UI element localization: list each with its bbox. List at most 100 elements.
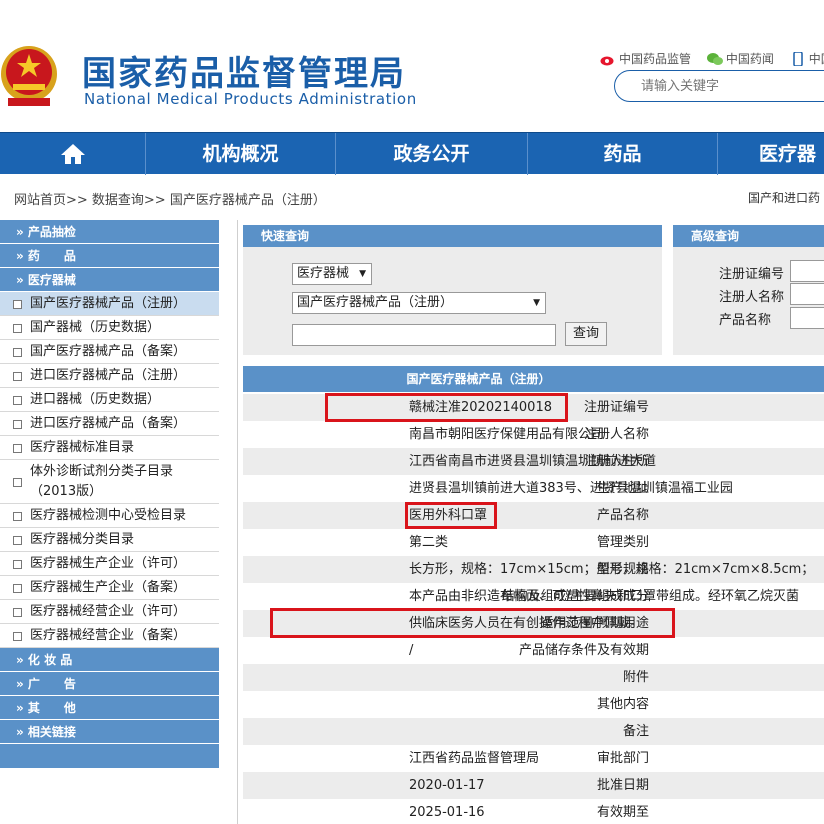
nav-item-drugs[interactable]: 药品	[527, 133, 717, 175]
home-icon	[60, 144, 85, 164]
row-label: 附件	[622, 670, 649, 685]
sidebar-item[interactable]: 医疗器械生产企业（许可）	[0, 552, 219, 576]
row-label: 管理类别	[596, 535, 649, 550]
wechat-link[interactable]: 中国药闻	[706, 50, 780, 67]
bullet-icon	[13, 372, 22, 381]
sidebar-item[interactable]: 国产医疗器械产品（备案）	[0, 340, 219, 364]
table-row: 产品储存条件及有效期 /	[243, 637, 824, 664]
sidebar-item[interactable]: 医疗器械分类目录	[0, 528, 219, 552]
query-button[interactable]: 查询	[565, 322, 607, 346]
highlight-box-intended-use	[270, 608, 675, 638]
row-label: 批准日期	[596, 778, 649, 793]
subcategory-select-value: 国产医疗器械产品（注册）	[297, 295, 454, 310]
nav-item-org[interactable]: 机构概况	[145, 133, 335, 175]
row-label: 备注	[622, 724, 649, 739]
adv-input-product[interactable]	[790, 307, 824, 329]
advanced-query-panel: 注册证编号 注册人名称 产品名称	[673, 247, 824, 355]
row-value: /	[409, 643, 414, 658]
sidebar-item[interactable]: 进口医疗器械产品（备案）	[0, 412, 219, 436]
row-value: 2020-01-17	[409, 778, 485, 793]
row-value: 本产品由非织造布幅面、可塑性鼻夹和口罩带组成。经环氧乙烷灭菌	[409, 589, 800, 604]
weibo-link[interactable]: 中国药品监管	[600, 50, 697, 67]
main-nav: 机构概况 政务公开 药品 医疗器	[0, 132, 824, 175]
sidebar-item[interactable]: 国产医疗器械产品（注册）	[0, 292, 219, 316]
sidebar-item[interactable]: 医疗器械经营企业（许可）	[0, 600, 219, 624]
table-row: 生产地址 进贤县温圳镇前进大道383号、进贤县温圳镇温福工业园	[243, 475, 824, 502]
sidebar-cat-cosmetics[interactable]: » 化 妆 品	[0, 648, 219, 672]
table-row: 其他内容	[243, 691, 824, 718]
nav-item-gov[interactable]: 政务公开	[335, 133, 527, 175]
row-label: 审批部门	[596, 751, 649, 766]
site-title-en[interactable]: National Medical Products Administration	[84, 90, 417, 108]
row-label: 有效期至	[596, 805, 649, 820]
site-header: 国家药品监督管理局 National Medical Products Admi…	[0, 0, 824, 132]
quick-query-input[interactable]	[292, 324, 556, 346]
bullet-icon	[13, 632, 22, 641]
row-label: 其他内容	[596, 697, 649, 712]
sidebar-cat-sampling[interactable]: » 产品抽检	[0, 220, 219, 244]
sidebar-item[interactable]: 医疗器械生产企业（备案）	[0, 576, 219, 600]
bullet-icon	[13, 300, 22, 309]
sidebar-cat-links[interactable]: » 相关链接	[0, 720, 219, 744]
sidebar-item[interactable]: 医疗器械标准目录	[0, 436, 219, 460]
national-emblem-icon	[1, 46, 57, 106]
sidebar-item-label: 医疗器械标准目录	[30, 440, 135, 455]
category-select[interactable]: 医疗器械 ▼	[292, 263, 372, 285]
mobile-link-label: 中国	[808, 52, 824, 66]
quick-query-panel: 医疗器械 ▼ 国产医疗器械产品（注册） ▼ 查询	[243, 247, 662, 355]
sidebar-item-label: 进口器械（历史数据）	[30, 392, 161, 407]
sidebar-item-label: 国产器械（历史数据）	[30, 320, 161, 335]
top-links: 中国药品监管 中国药闻 中国	[600, 50, 824, 67]
sidebar-cat-drugs[interactable]: » 药 品	[0, 244, 219, 268]
table-row: 批准日期 2020-01-17	[243, 772, 824, 799]
page: 国家药品监督管理局 National Medical Products Admi…	[0, 0, 824, 824]
bullet-icon	[13, 348, 22, 357]
row-label: 产品储存条件及有效期	[518, 643, 649, 658]
sidebar-cat-devices[interactable]: » 医疗器械	[0, 268, 219, 292]
sidebar-cat-ads[interactable]: » 广 告	[0, 672, 219, 696]
mobile-link[interactable]: 中国	[790, 50, 824, 67]
weibo-link-label: 中国药品监管	[619, 52, 692, 66]
sidebar-item-label: 医疗器械生产企业（备案）	[30, 580, 187, 595]
table-row: 结构及组成/主要组成成分 本产品由非织造布幅面、可塑性鼻夹和口罩带组成。经环氧乙烷…	[243, 583, 824, 610]
sidebar-cat-other[interactable]: » 其 他	[0, 696, 219, 720]
site-title-cn[interactable]: 国家药品监督管理局	[82, 46, 406, 95]
adv-label-product: 产品名称	[719, 313, 772, 328]
sidebar-item[interactable]: 体外诊断试剂分类子目录（2013版）	[0, 460, 219, 504]
sidebar-item[interactable]: 进口医疗器械产品（注册）	[0, 364, 219, 388]
category-select-value: 医疗器械	[297, 266, 350, 281]
sidebar-item[interactable]: 医疗器械经营企业（备案）	[0, 624, 219, 648]
sidebar: » 产品抽检 » 药 品 » 医疗器械 国产医疗器械产品（注册） 国产器械（历史…	[0, 220, 219, 780]
row-value: 第二类	[409, 535, 449, 550]
subcategory-select[interactable]: 国产医疗器械产品（注册） ▼	[292, 292, 546, 314]
bullet-icon	[13, 536, 22, 545]
table-row: 附件	[243, 664, 824, 691]
row-value: 江西省药品监督管理局	[409, 751, 540, 766]
table-row: 审批部门 江西省药品监督管理局	[243, 745, 824, 772]
nav-item-devices[interactable]: 医疗器	[717, 133, 824, 175]
sidebar-item-label: 国产医疗器械产品（注册）	[30, 296, 187, 311]
adv-input-cert-no[interactable]	[790, 260, 824, 282]
bullet-icon	[13, 396, 22, 405]
sidebar-item-label: 体外诊断试剂分类子目录（2013版）	[30, 464, 174, 499]
nav-home[interactable]	[0, 133, 145, 175]
highlight-box-cert-no	[325, 393, 568, 422]
breadcrumb[interactable]: 网站首页>> 数据查询>> 国产医疗器械产品（注册）	[14, 189, 326, 208]
breadcrumb-right-link[interactable]: 国产和进口药	[748, 189, 820, 206]
row-value: 长方形，规格：17cm×15cm；船形，规格：21cm×7cm×8.5cm；	[409, 562, 815, 577]
search-input[interactable]	[614, 70, 824, 102]
sidebar-item[interactable]: 医疗器械检测中心受检目录	[0, 504, 219, 528]
sidebar-item[interactable]: 进口器械（历史数据）	[0, 388, 219, 412]
table-row: 注册人住所 江西省南昌市进贤县温圳镇温圳镇前进大道	[243, 448, 824, 475]
table-row: 注册人名称 南昌市朝阳医疗保健用品有限公司	[243, 421, 824, 448]
detail-table-header: 国产医疗器械产品（注册）	[243, 366, 824, 392]
sidebar-item-label: 进口医疗器械产品（注册）	[30, 368, 187, 383]
sidebar-item-label: 医疗器械生产企业（许可）	[30, 556, 187, 571]
mobile-icon	[792, 51, 803, 66]
adv-input-registrant[interactable]	[790, 283, 824, 305]
bullet-icon	[13, 608, 22, 617]
sidebar-item[interactable]: 国产器械（历史数据）	[0, 316, 219, 340]
caret-down-icon: ▼	[359, 269, 366, 279]
sidebar-footer	[0, 744, 219, 768]
wechat-icon	[706, 52, 723, 65]
